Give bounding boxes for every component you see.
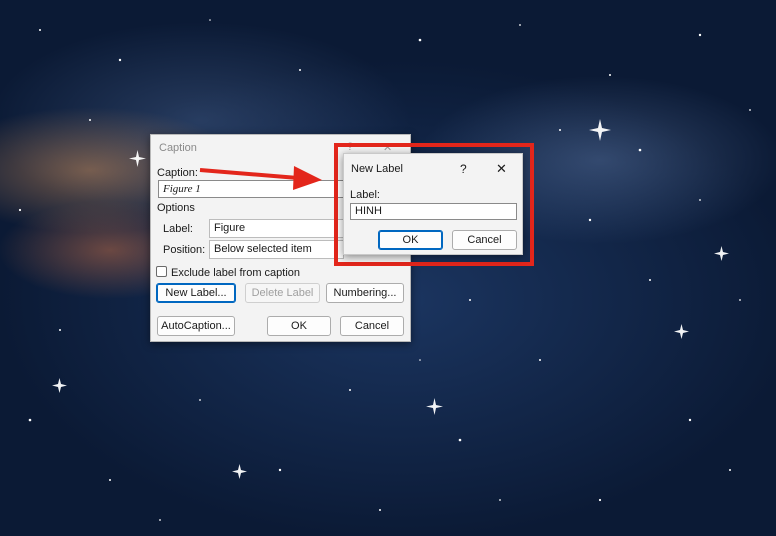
new-label-input[interactable]: HINH (350, 203, 517, 220)
new-label-cancel-button[interactable]: Cancel (452, 230, 517, 250)
label-field-label: Label: (163, 223, 193, 235)
caption-ok-button[interactable]: OK (267, 316, 331, 336)
new-label-close-icon[interactable]: ✕ (496, 161, 507, 177)
delete-label-button[interactable]: Delete Label (245, 283, 320, 303)
position-field-label: Position: (163, 244, 206, 256)
options-group-label: Options (157, 202, 195, 214)
caption-dialog-title: Caption (159, 142, 197, 154)
exclude-label-checkbox[interactable] (156, 266, 167, 277)
new-label-dialog: New Label ? ✕ Label: HINH OK Cancel (343, 153, 523, 255)
new-label-help-icon[interactable]: ? (460, 162, 467, 176)
new-label-ok-button[interactable]: OK (378, 230, 443, 250)
new-label-button[interactable]: New Label... (156, 283, 236, 303)
label-select[interactable]: Figure (209, 219, 344, 238)
new-label-dialog-title: New Label (351, 163, 403, 175)
position-select[interactable]: Below selected item (209, 240, 344, 259)
exclude-label-text: Exclude label from caption (171, 267, 301, 279)
autocaption-button[interactable]: AutoCaption... (157, 316, 235, 336)
caption-cancel-button[interactable]: Cancel (340, 316, 404, 336)
numbering-button[interactable]: Numbering... (326, 283, 404, 303)
caption-input[interactable]: Figure 1 (158, 180, 344, 198)
caption-field-label: Caption: (157, 167, 198, 179)
new-label-field-label: Label: (350, 189, 380, 201)
